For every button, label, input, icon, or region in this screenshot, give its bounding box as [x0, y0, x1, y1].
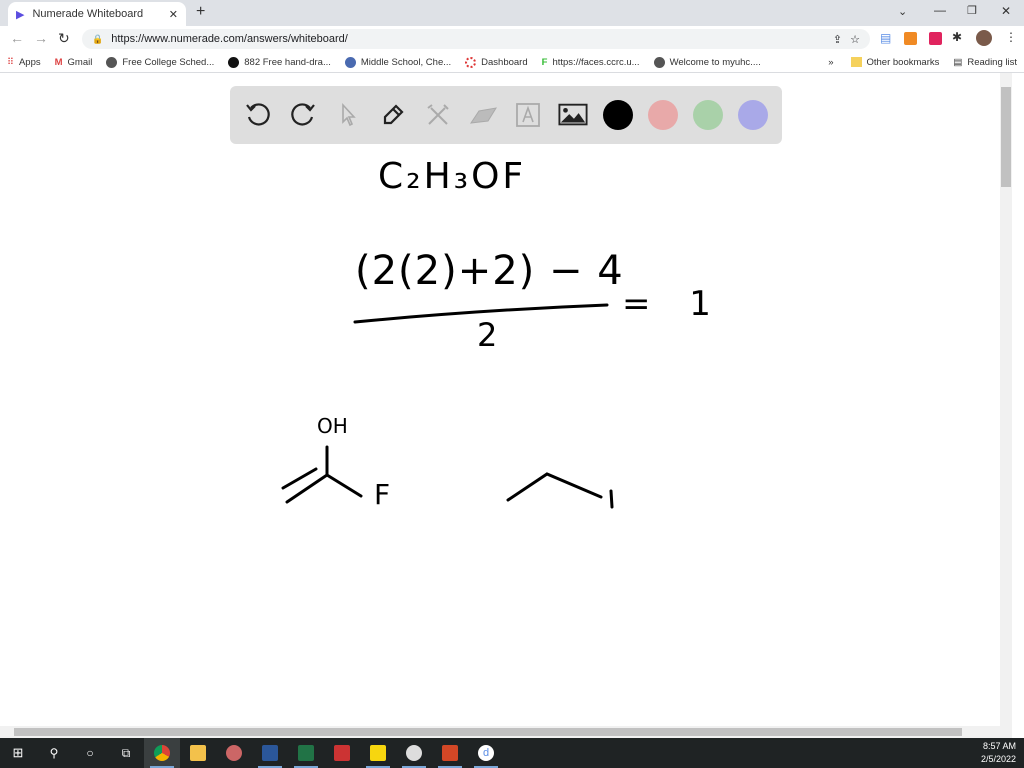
- close-window-button[interactable]: ✕: [1001, 4, 1011, 18]
- sticky-notes-icon: [370, 745, 386, 761]
- horizontal-scroll-thumb[interactable]: [14, 728, 962, 736]
- cortana-circle-icon: ○: [86, 746, 94, 760]
- fraction-line: [353, 303, 609, 324]
- app-icon: [334, 745, 350, 761]
- taskbar-sticky-notes[interactable]: [360, 738, 396, 768]
- word-icon: [262, 745, 278, 761]
- search-button[interactable]: ⚲: [36, 738, 72, 768]
- bond-double-lower: [285, 473, 329, 504]
- d-app-icon: d: [478, 745, 494, 761]
- clock-time: 8:57 AM: [982, 741, 1016, 751]
- task-view-button[interactable]: ⧉: [108, 738, 144, 768]
- taskbar-app-red[interactable]: [324, 738, 360, 768]
- windows-taskbar: ⊞ ⚲ ○ ⧉ d 8:57 AM 2/5/2022: [0, 738, 1024, 768]
- search-icon: ⚲: [49, 746, 59, 760]
- taskbar-chrome[interactable]: [144, 738, 180, 768]
- menu-kebab-icon[interactable]: ⋮: [1005, 30, 1017, 44]
- horizontal-scrollbar[interactable]: [0, 726, 1012, 738]
- taskbar-word[interactable]: [252, 738, 288, 768]
- taskbar-clock-app[interactable]: [396, 738, 432, 768]
- bond-f: [325, 473, 363, 498]
- taskbar-excel[interactable]: [288, 738, 324, 768]
- folder-icon: [190, 745, 206, 761]
- excel-icon: [298, 745, 314, 761]
- powerpoint-icon: [442, 745, 458, 761]
- windows-logo-icon: ⊞: [12, 745, 24, 760]
- chrome-icon: [154, 745, 170, 761]
- zigzag-chain: [506, 472, 603, 502]
- taskbar-powerpoint[interactable]: [432, 738, 468, 768]
- task-view-icon: ⧉: [121, 745, 131, 760]
- zigzag-end-mark: [609, 489, 614, 509]
- taskbar-app[interactable]: [216, 738, 252, 768]
- system-clock[interactable]: 8:57 AM 2/5/2022: [981, 740, 1024, 766]
- cortana-button[interactable]: ○: [72, 738, 108, 768]
- clock-icon: [406, 745, 422, 761]
- app-icon: [226, 745, 242, 761]
- taskbar-file-explorer[interactable]: [180, 738, 216, 768]
- drawing-strokes: [281, 303, 614, 509]
- clock-date: 2/5/2022: [980, 754, 1016, 764]
- vertical-scrollbar[interactable]: [1000, 73, 1012, 726]
- start-button[interactable]: ⊞: [0, 738, 36, 768]
- vertical-scroll-thumb[interactable]: [1001, 87, 1011, 187]
- taskbar-app-d[interactable]: d: [468, 738, 504, 768]
